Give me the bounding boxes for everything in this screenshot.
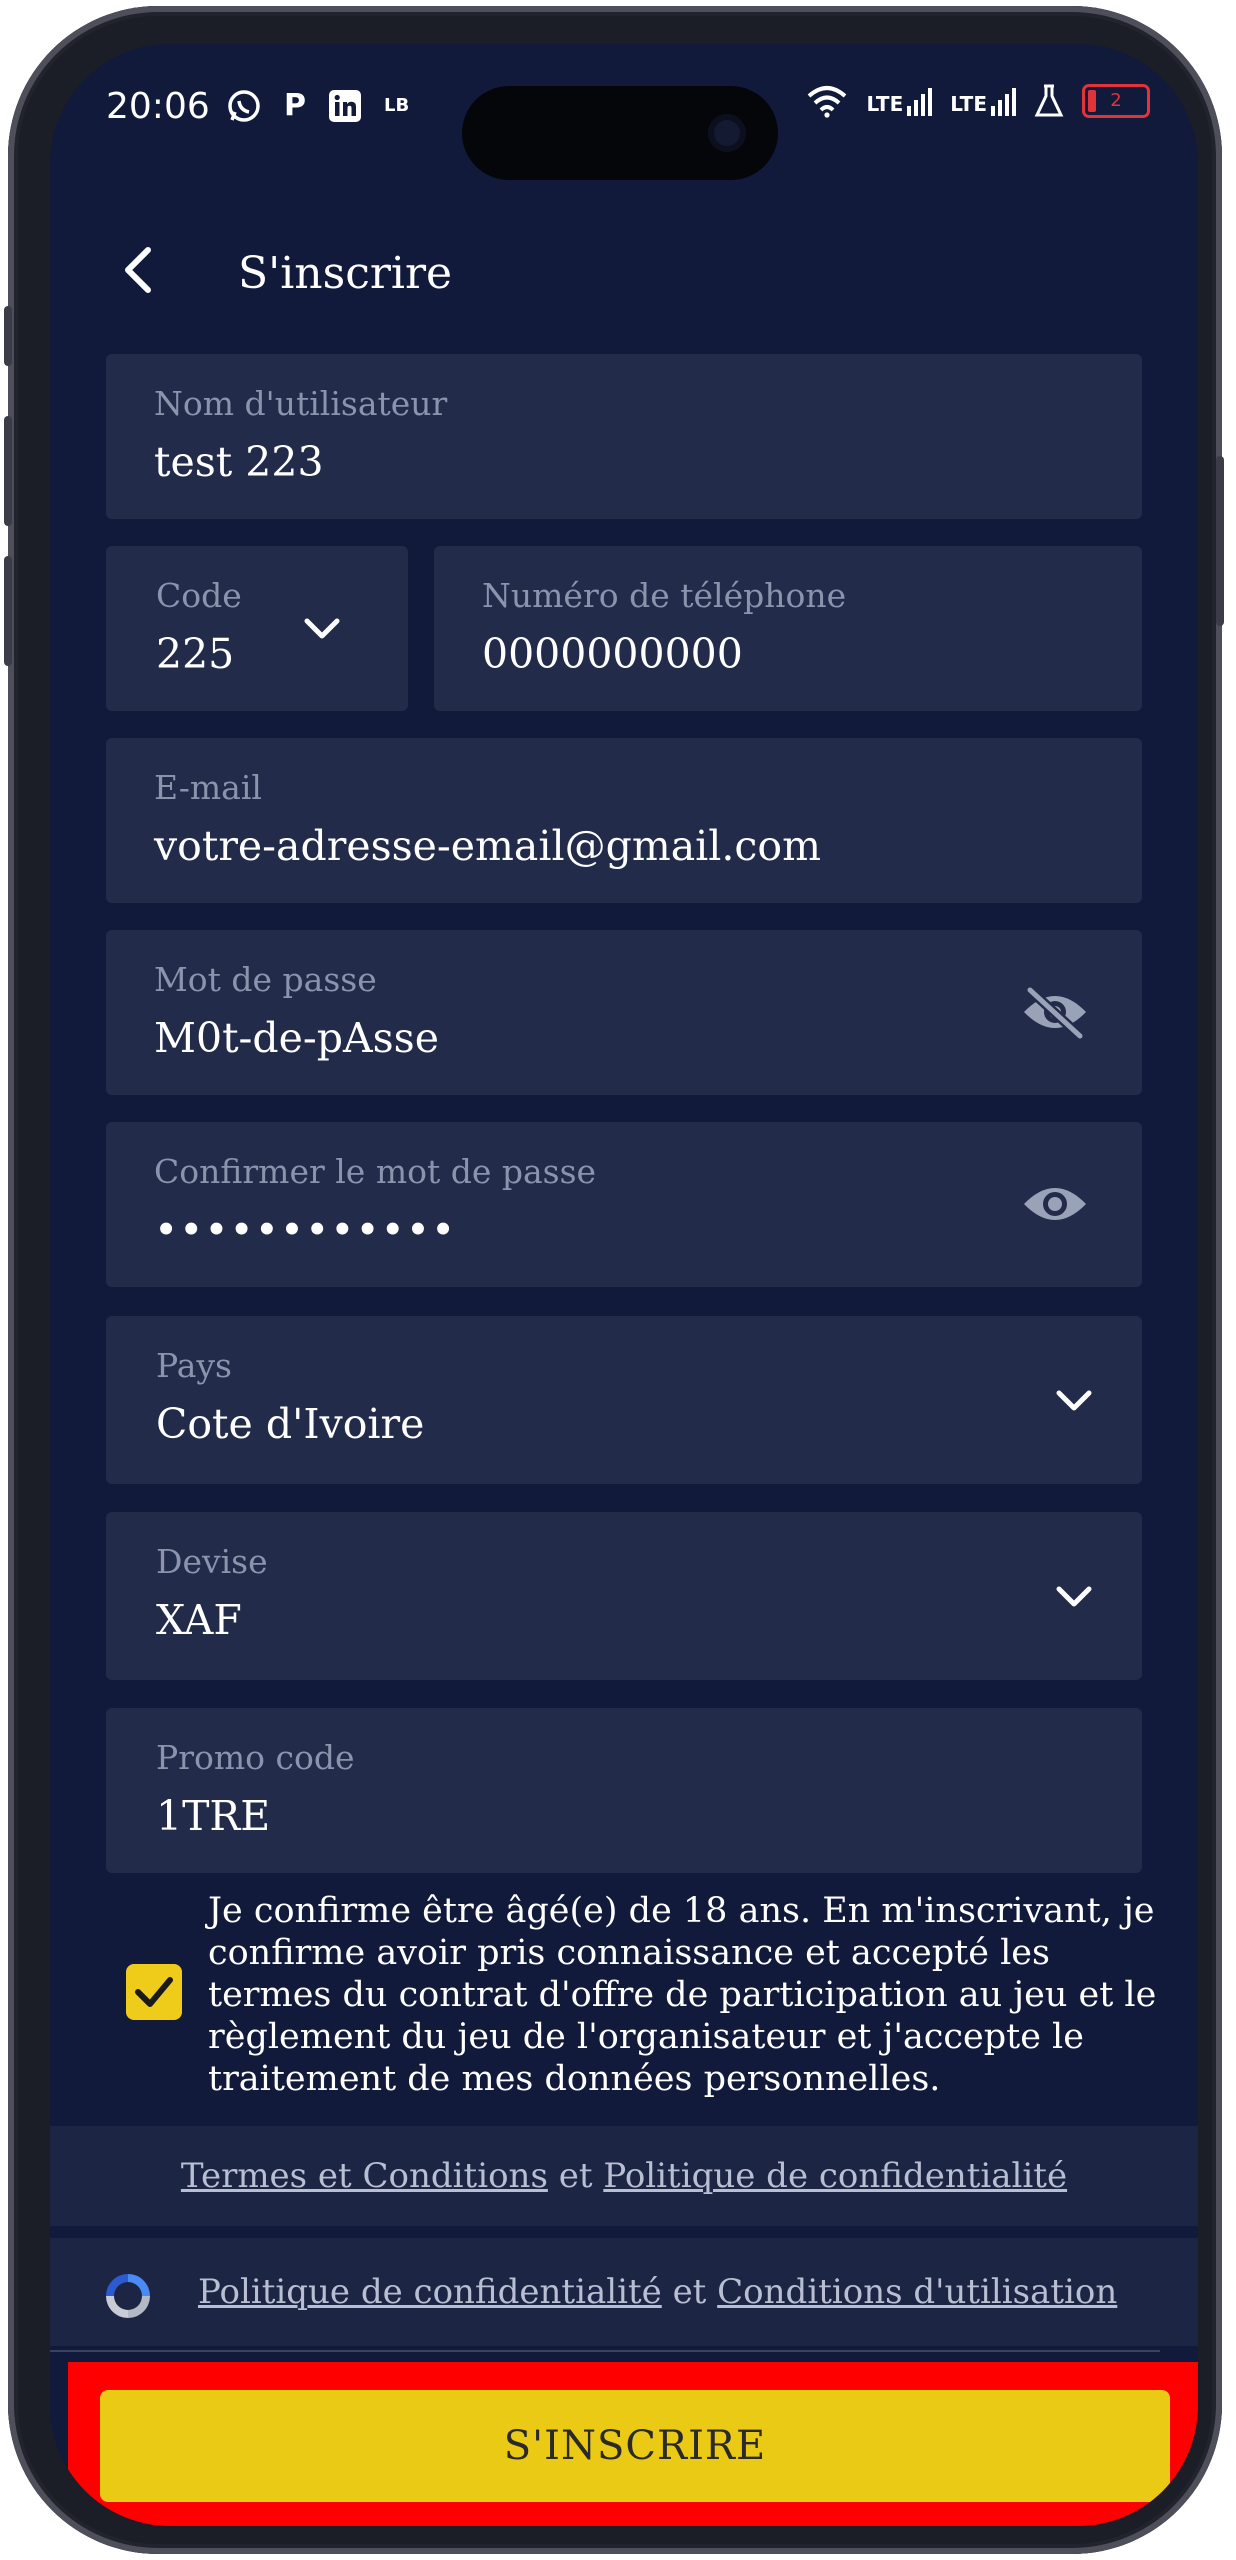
confirm-password-input[interactable]: •••••••••••• — [154, 1206, 456, 1254]
whatsapp-icon — [228, 90, 260, 122]
country-code-value: 225 — [156, 630, 235, 678]
recaptcha-bar: Politique de confidentialité et Conditio… — [50, 2238, 1198, 2346]
phone-input[interactable]: 0000000000 — [482, 630, 743, 678]
signup-button[interactable]: S'INSCRIRE — [100, 2390, 1170, 2502]
app-header: S'inscrire — [50, 214, 1198, 314]
recaptcha-privacy-link[interactable]: Politique de confidentialité — [198, 2272, 662, 2312]
consent-text: Je confirme être âgé(e) de 18 ans. En m'… — [208, 1891, 1157, 2099]
status-bar: 20:06 P LB LTE LTE 2 — [50, 44, 1198, 180]
side-button — [4, 556, 12, 666]
field-label: Nom d'utilisateur — [154, 384, 448, 423]
link-separator: et — [558, 2156, 593, 2196]
promo-code-input[interactable]: 1TRE — [156, 1792, 270, 1840]
currency-select[interactable]: Devise XAF — [106, 1512, 1142, 1680]
eye-off-icon[interactable] — [1020, 984, 1090, 1040]
country-select[interactable]: Pays Cote d'Ivoire — [106, 1316, 1142, 1484]
link-separator: et — [672, 2272, 707, 2312]
email-input[interactable]: votre-adresse-email@gmail.com — [154, 822, 821, 870]
status-time: 20:06 — [106, 86, 210, 127]
password-field[interactable]: Mot de passe M0t-de-pAsse — [106, 930, 1142, 1095]
field-label: Numéro de téléphone — [482, 576, 847, 615]
field-label: E-mail — [154, 768, 262, 807]
password-input[interactable]: M0t-de-pAsse — [154, 1014, 439, 1062]
recaptcha-terms-link[interactable]: Conditions d'utilisation — [717, 2272, 1117, 2312]
checkmark-icon — [135, 1977, 173, 2007]
username-field[interactable]: Nom d'utilisateur test 223 — [106, 354, 1142, 519]
consent-checkbox[interactable] — [126, 1964, 182, 2020]
divider — [50, 2350, 1160, 2352]
back-arrow-icon[interactable] — [118, 244, 158, 296]
system-icons: LTE LTE 2 — [805, 84, 1150, 118]
terms-link[interactable]: Termes et Conditions — [181, 2156, 548, 2196]
flask-icon — [1034, 84, 1064, 117]
field-label: Code — [156, 576, 242, 615]
lb-icon: LB — [384, 95, 410, 116]
recaptcha-links: Politique de confidentialité et Conditio… — [198, 2238, 1117, 2346]
field-label: Devise — [156, 1542, 268, 1581]
dynamic-island — [462, 86, 778, 180]
signal-icon: LTE — [950, 86, 1016, 116]
country-value: Cote d'Ivoire — [156, 1400, 425, 1448]
recaptcha-icon — [106, 2274, 150, 2318]
wifi-icon — [807, 86, 846, 118]
privacy-link[interactable]: Politique de confidentialité — [603, 2156, 1067, 2196]
camera-icon — [708, 114, 746, 152]
side-button — [1216, 456, 1224, 626]
eye-icon[interactable] — [1020, 1176, 1090, 1232]
field-label: Mot de passe — [154, 960, 377, 999]
side-button — [4, 416, 12, 526]
chevron-down-icon — [1056, 1390, 1092, 1411]
battery-icon: 2 — [1082, 84, 1150, 118]
phone-frame: 20:06 P LB LTE LTE 2 S'inscrire Nom d'ut… — [4, 6, 1224, 2554]
page-title: S'inscrire — [238, 248, 453, 299]
side-button — [4, 306, 12, 366]
email-field[interactable]: E-mail votre-adresse-email@gmail.com — [106, 738, 1142, 903]
country-code-select[interactable]: Code 225 — [106, 546, 408, 711]
field-label: Promo code — [156, 1738, 355, 1777]
phone-field[interactable]: Numéro de téléphone 0000000000 — [434, 546, 1142, 711]
app-screen: 20:06 P LB LTE LTE 2 S'inscrire Nom d'ut… — [50, 44, 1198, 2526]
linkedin-icon — [329, 90, 361, 122]
p-icon: P — [284, 88, 306, 123]
currency-value: XAF — [156, 1596, 242, 1644]
chevron-down-icon — [1056, 1586, 1092, 1607]
field-label: Pays — [156, 1346, 232, 1385]
username-input[interactable]: test 223 — [154, 438, 324, 486]
legal-links-bar: Termes et Conditions et Politique de con… — [50, 2126, 1198, 2226]
chevron-down-icon — [304, 618, 340, 639]
notification-icons: P LB — [226, 88, 409, 124]
confirm-password-field[interactable]: Confirmer le mot de passe •••••••••••• — [106, 1122, 1142, 1287]
signal-icon: LTE — [867, 86, 933, 116]
promo-code-field[interactable]: Promo code 1TRE — [106, 1708, 1142, 1873]
field-label: Confirmer le mot de passe — [154, 1152, 597, 1191]
